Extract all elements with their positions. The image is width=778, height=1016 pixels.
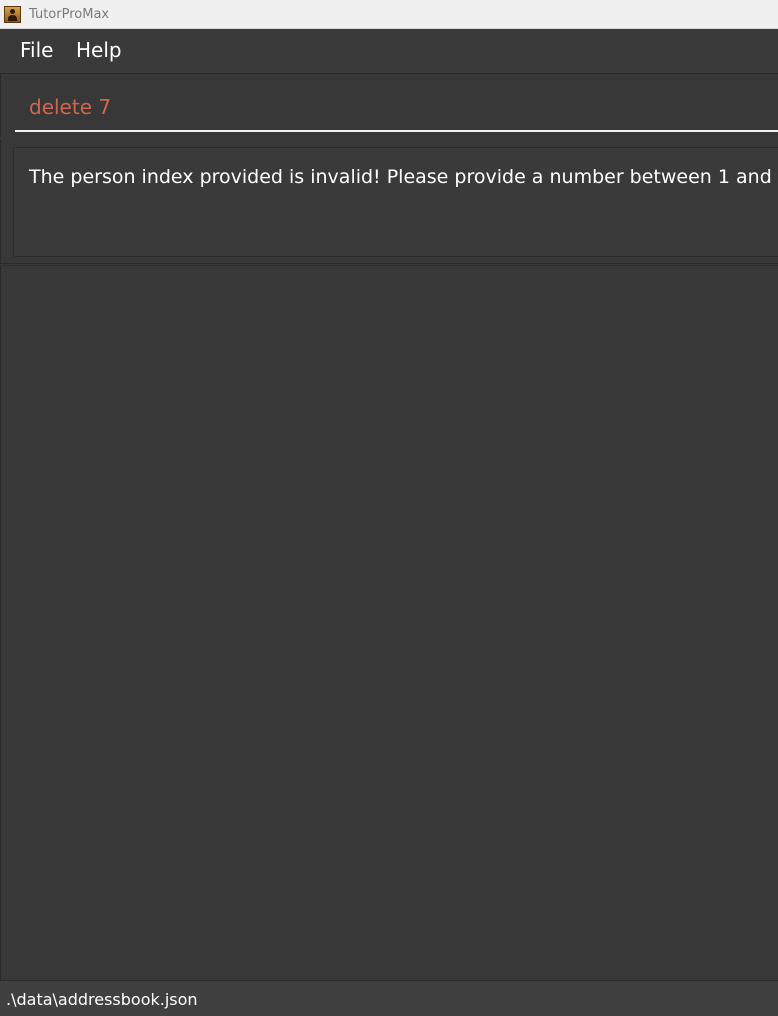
command-box [0, 73, 778, 137]
menu-bar: File Help [0, 29, 778, 73]
save-file-path: .\data\addressbook.json [6, 990, 198, 1009]
title-bar: TutorProMax [0, 0, 778, 29]
app-window: TutorProMax File Help The person index p… [0, 0, 778, 1016]
menu-file[interactable]: File [20, 37, 53, 63]
person-list-panel[interactable] [0, 265, 778, 980]
window-title: TutorProMax [29, 7, 110, 22]
result-display: The person index provided is invalid! Pl… [13, 147, 778, 257]
result-display-panel: The person index provided is invalid! Pl… [0, 140, 778, 264]
menu-help[interactable]: Help [76, 37, 122, 63]
address-book-icon [4, 6, 21, 23]
command-input[interactable] [15, 84, 778, 132]
status-bar: .\data\addressbook.json [0, 980, 778, 1016]
